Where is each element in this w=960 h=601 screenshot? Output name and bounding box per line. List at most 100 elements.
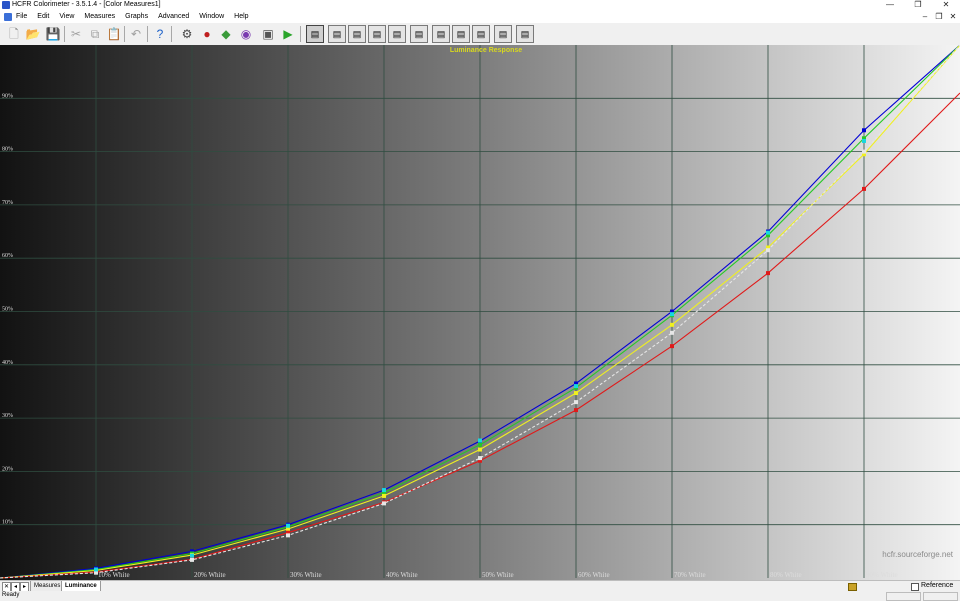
palette-icon[interactable]: ◉ [237, 25, 255, 43]
color-temp-graph-icon[interactable]: ▤ [432, 25, 450, 43]
data-point [478, 442, 482, 447]
x-tick-label: 20% White [194, 571, 226, 579]
menu-bar: File Edit View Measures Graphs Advanced … [0, 11, 960, 23]
data-point [766, 230, 770, 235]
data-point [862, 149, 866, 154]
luminance-chart: 10% White 20% White 30% White 40% White 50% … [0, 45, 960, 580]
menu-file[interactable]: File [16, 12, 27, 22]
paste-icon[interactable]: 📋 [105, 25, 123, 43]
data-point [862, 186, 866, 191]
gamma-graph-icon[interactable]: ▤ [328, 25, 346, 43]
play-icon[interactable]: ▶ [279, 25, 297, 43]
maximize-button[interactable]: ❐ [904, 0, 932, 11]
menu-advanced[interactable]: Advanced [158, 12, 189, 22]
camera-icon[interactable]: ▣ [259, 25, 277, 43]
menu-edit[interactable]: Edit [37, 12, 49, 22]
help-icon[interactable]: ? [151, 25, 169, 43]
y-tick-label: 60% [2, 253, 13, 259]
y-tick-label: 50% [2, 307, 13, 313]
y-tick-label: 70% [2, 200, 13, 206]
menu-view[interactable]: View [59, 12, 74, 22]
data-point [382, 501, 386, 506]
data-point [670, 330, 674, 335]
data-point [862, 138, 866, 143]
toolbar: 🗋 📂 💾 ✂ ⧉ 📋 ↶ ? ⚙ ● ◆ ◉ ▣ ▶ ▤ ▤ ▤ ▤ ▤ ▤ … [0, 23, 960, 46]
toolbar-separator [124, 26, 125, 42]
data-point [766, 271, 770, 276]
data-point [190, 557, 194, 562]
status-bar: Ready [0, 591, 960, 601]
app-icon [2, 1, 10, 9]
rgb-icon[interactable]: ● [198, 25, 216, 43]
toolbar-separator [171, 26, 172, 42]
data-point [574, 408, 578, 413]
toolbar-separator [300, 26, 301, 42]
x-tick-label: 40% White [386, 571, 418, 579]
menu-graphs[interactable]: Graphs [125, 12, 148, 22]
warning-icon [848, 583, 857, 591]
window-title: HCFR Colorimeter - 3.5.1.4 - [Color Meas… [12, 1, 161, 8]
chart-title: Luminance Response [450, 47, 522, 54]
color-gen-icon[interactable]: ◆ [217, 25, 235, 43]
cie-graph-icon[interactable]: ▤ [368, 25, 386, 43]
saturation-luminance-graph-icon[interactable]: ▤ [410, 25, 428, 43]
watermark-text: hcfr.sourceforge.net [882, 550, 953, 559]
title-bar: HCFR Colorimeter - 3.5.1.4 - [Color Meas… [0, 0, 960, 11]
data-point [766, 248, 770, 253]
data-point [670, 322, 674, 327]
save-icon[interactable]: 💾 [44, 25, 62, 43]
measures-graph-icon[interactable]: ▤ [516, 25, 534, 43]
data-point [478, 447, 482, 452]
y-tick-label: 40% [2, 360, 13, 366]
y-tick-label: 90% [2, 93, 13, 99]
toolbar-separator [147, 26, 148, 42]
copy-icon[interactable]: ⧉ [86, 25, 104, 43]
menu-measures[interactable]: Measures [84, 12, 115, 22]
luminance-graph-icon[interactable]: ▤ [306, 25, 324, 43]
minimize-button[interactable]: — [876, 0, 904, 11]
data-point [862, 128, 866, 133]
data-point [478, 456, 482, 461]
y-tick-label: 80% [2, 147, 13, 153]
data-point [382, 488, 386, 493]
x-tick-label: 50% White [482, 571, 514, 579]
close-button[interactable]: ✕ [932, 0, 960, 11]
delta-e-graph-icon[interactable]: ▤ [388, 25, 406, 43]
data-point [574, 400, 578, 405]
status-text: Ready [2, 592, 20, 598]
sensor-icon[interactable]: ⚙ [178, 25, 196, 43]
x-tick-label: 60% White [578, 571, 610, 579]
data-point [574, 391, 578, 396]
child-minimize-button[interactable]: – [918, 11, 932, 23]
data-point [478, 438, 482, 443]
data-point [286, 533, 290, 538]
x-tick-label: 90% White [866, 571, 898, 579]
data-point [286, 523, 290, 528]
child-restore-button[interactable]: ❐ [932, 11, 946, 23]
menu-window[interactable]: Window [199, 12, 224, 22]
document-icon[interactable] [4, 13, 12, 21]
data-point [94, 567, 98, 572]
data-point [382, 493, 386, 498]
near-black-graph-icon[interactable]: ▤ [452, 25, 470, 43]
x-tick-label: 80% White [770, 571, 802, 579]
y-tick-label: 20% [2, 466, 13, 472]
open-icon[interactable]: 📂 [24, 25, 42, 43]
free-measures-graph-icon[interactable]: ▤ [494, 25, 512, 43]
cut-icon[interactable]: ✂ [67, 25, 85, 43]
rgb-levels-graph-icon[interactable]: ▤ [348, 25, 366, 43]
data-point [670, 344, 674, 349]
x-tick-label: 70% White [674, 571, 706, 579]
child-close-button[interactable]: ✕ [946, 11, 960, 23]
toolbar-separator [64, 26, 65, 42]
reference-label: Reference [921, 582, 954, 589]
menu-help[interactable]: Help [234, 12, 248, 22]
reference-checkbox[interactable] [911, 583, 919, 591]
data-point [574, 384, 578, 389]
near-white-graph-icon[interactable]: ▤ [472, 25, 490, 43]
x-tick-label: 30% White [290, 571, 322, 579]
data-point [190, 553, 194, 558]
new-icon[interactable]: 🗋 [5, 25, 23, 43]
undo-icon[interactable]: ↶ [127, 25, 145, 43]
data-point [670, 312, 674, 317]
